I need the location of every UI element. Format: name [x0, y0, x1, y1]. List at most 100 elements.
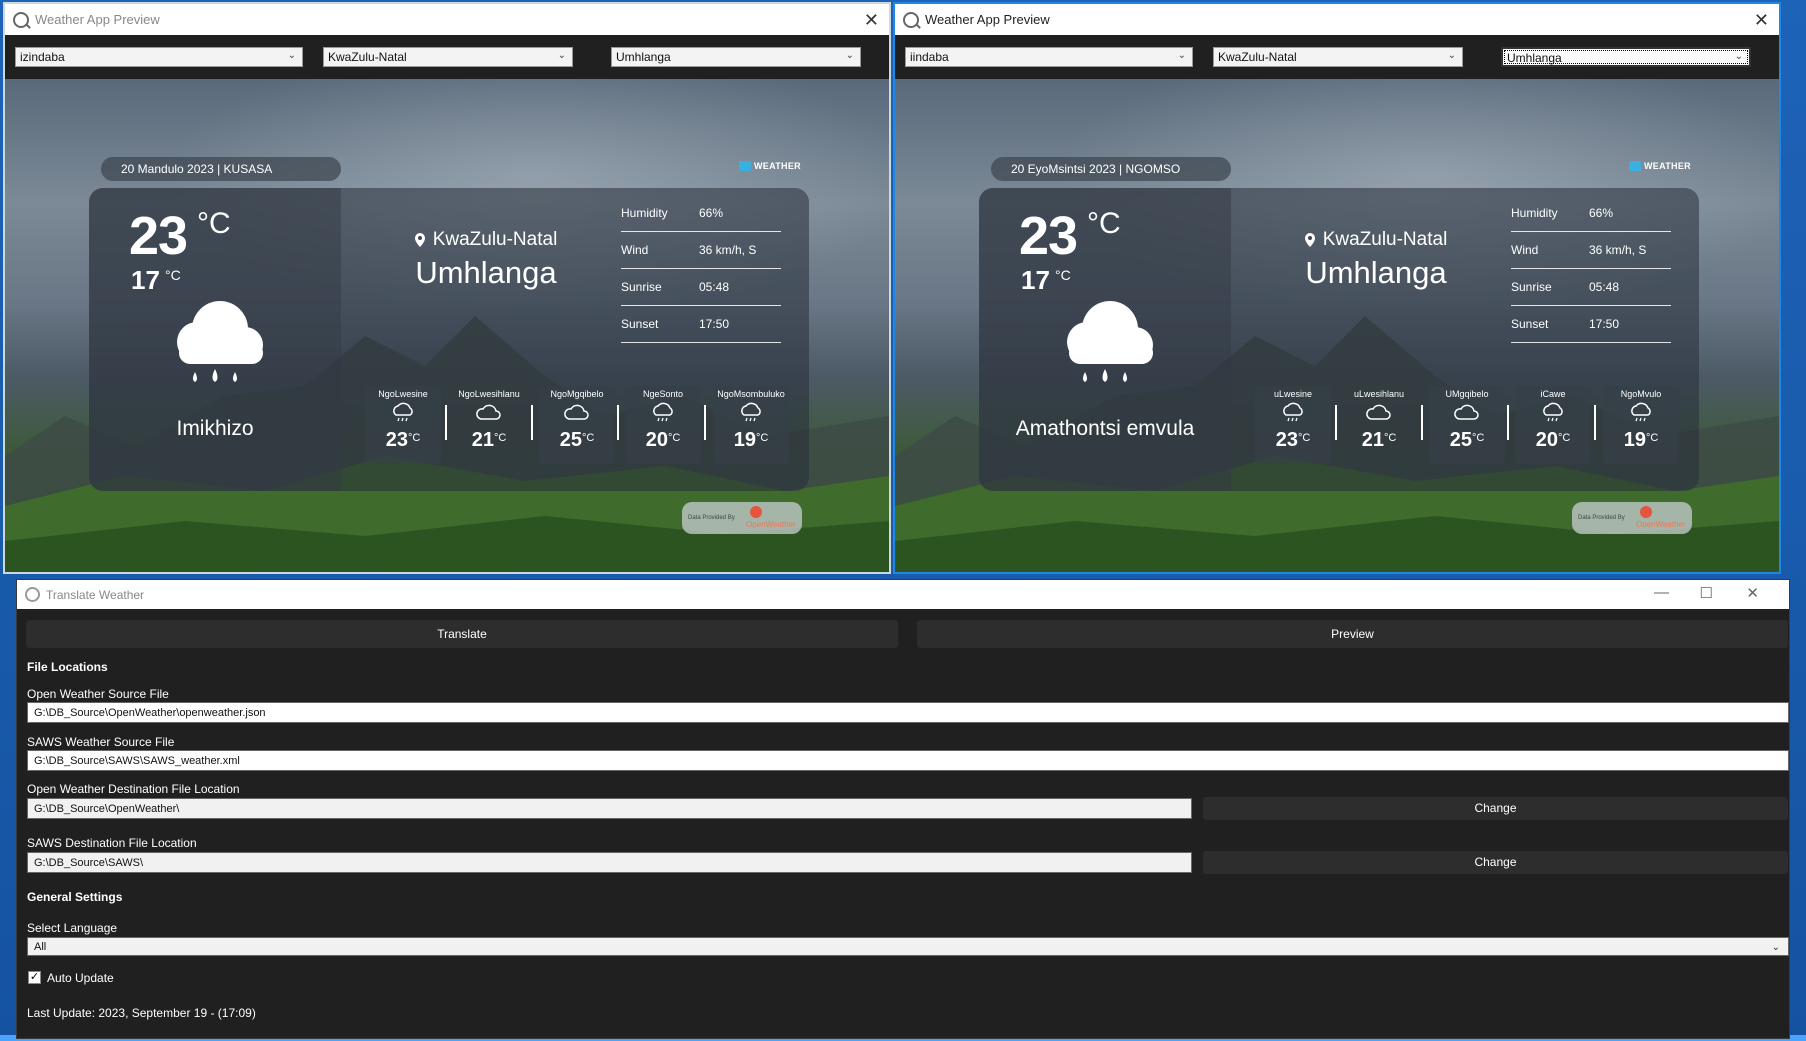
forecast-day-label: uLwesine [1273, 389, 1313, 399]
forecast-day-label: NgoMsombuluko [717, 389, 785, 399]
preview-window-right[interactable]: Weather App Preview ✕ iindaba ⌄ KwaZulu-N… [893, 2, 1781, 574]
forecast-temp-unit: °C [755, 432, 769, 444]
ow-dest-label: Open Weather Destination File Location [27, 782, 240, 796]
rain-cloud-icon [1067, 301, 1153, 382]
maximize-button[interactable]: ☐ [1700, 584, 1713, 602]
close-button[interactable]: ✕ [1754, 10, 1769, 31]
temperature-high-unit: °C [1087, 207, 1121, 240]
forecast-day-label: NgoMgqibelo [550, 389, 604, 399]
forecast-temp: 23 [385, 429, 408, 451]
auto-update-checkbox[interactable]: ✓ [28, 971, 41, 984]
saws-dest-field[interactable]: G:\DB_Source\SAWS\ [27, 852, 1192, 873]
temperature-high: 23 [1019, 206, 1078, 266]
forecast-divider [1335, 405, 1337, 440]
ow-dest-field[interactable]: G:\DB_Source\OpenWeather\ [27, 798, 1192, 819]
provider-label: OpenWeather [746, 520, 796, 529]
stat-value: 05:48 [1589, 280, 1620, 294]
chevron-down-icon: ⌄ [1734, 51, 1743, 62]
auto-update-label: Auto Update [47, 971, 114, 985]
chevron-down-icon: ⌄ [845, 50, 854, 61]
temperature-high-unit: °C [197, 207, 231, 240]
rain-cloud-icon [741, 402, 761, 422]
stat-key: Sunset [1511, 317, 1549, 331]
forecast-day: NgoMsombuluko 19°C [713, 386, 789, 464]
province-label: KwaZulu-Natal [1322, 229, 1448, 250]
stat-value: 36 km/h, S [699, 243, 757, 257]
stat-key: Wind [1511, 243, 1539, 257]
forecast-temp: 20 [1535, 429, 1558, 451]
language-select[interactable]: iindaba ⌄ [905, 47, 1193, 67]
stat-key: Sunset [621, 317, 659, 331]
temperature-low-unit: °C [1055, 267, 1071, 283]
chat-bubble-icon [1629, 161, 1641, 171]
forecast-temp: 25 [559, 429, 582, 451]
change-saws-dest-button[interactable]: Change [1203, 851, 1788, 874]
stat-key: Humidity [621, 206, 668, 220]
city-select-value: Umhlanga [1507, 51, 1562, 65]
openweather-badge: Data Provided By OpenWeather [682, 502, 802, 534]
selector-bar: izindaba ⌄ KwaZulu-Natal ⌄ Umhlanga ⌄ [5, 35, 889, 79]
city-label: Umhlanga [1305, 255, 1447, 290]
forecast-temp-unit: °C [407, 432, 421, 444]
weather-scene: 20 EyoMsintsi 2023 | NGOMSO WEATHER 23 °… [895, 79, 1779, 572]
chevron-down-icon: ⌄ [1447, 50, 1456, 61]
stat-value: 66% [1589, 206, 1614, 220]
province-select[interactable]: KwaZulu-Natal ⌄ [1213, 47, 1463, 67]
translate-window[interactable]: Translate Weather — ☐ ✕ Translate Previe… [16, 579, 1790, 1039]
change-ow-dest-button[interactable]: Change [1203, 797, 1788, 820]
forecast-divider [445, 405, 447, 440]
forecast-divider [704, 405, 706, 440]
forecast-temp-unit: °C [1297, 432, 1311, 444]
forecast-temp-unit: °C [1471, 432, 1485, 444]
province-select[interactable]: KwaZulu-Natal ⌄ [323, 47, 573, 67]
title-bar[interactable]: Weather App Preview ✕ [895, 4, 1779, 35]
language-dropdown[interactable]: All ⌄ [27, 937, 1789, 956]
stat-key: Sunrise [621, 280, 662, 294]
stats-table: Humidity 66% Wind 36 km/h, S Sunrise 05:48 … [621, 195, 781, 343]
forecast-day-label: uLwesihlanu [1353, 389, 1405, 399]
province-select-value: KwaZulu-Natal [328, 50, 407, 64]
forecast-day: uLwesine 23°C [1255, 386, 1331, 464]
location-block: KwaZulu-Natal Umhlanga [341, 229, 631, 291]
stat-row: Sunrise 05:48 [621, 269, 781, 306]
saws-source-field[interactable]: G:\DB_Source\SAWS\SAWS_weather.xml [27, 750, 1789, 771]
location-pin-icon [1304, 233, 1315, 247]
language-select-value: izindaba [20, 50, 65, 64]
forecast-temp-unit: °C [667, 432, 681, 444]
stat-value: 17:50 [699, 317, 730, 331]
preview-button[interactable]: Preview [917, 620, 1788, 648]
title-bar[interactable]: Translate Weather — ☐ ✕ [17, 580, 1789, 609]
province-label: KwaZulu-Natal [432, 229, 558, 250]
temperature-low-unit: °C [165, 267, 181, 283]
language-select[interactable]: izindaba ⌄ [15, 47, 303, 67]
city-select[interactable]: Umhlanga ⌄ [611, 47, 861, 67]
forecast-day: iCawe 20°C [1515, 386, 1591, 464]
forecast-temp-unit: °C [581, 432, 595, 444]
forecast-temp: 25 [1449, 429, 1472, 451]
translate-button[interactable]: Translate [26, 620, 898, 648]
title-bar[interactable]: Weather App Preview ✕ [5, 4, 889, 35]
selector-bar: iindaba ⌄ KwaZulu-Natal ⌄ Umhlanga ⌄ [895, 35, 1779, 79]
close-button[interactable]: ✕ [1746, 584, 1759, 602]
forecast-day-label: iCawe [1540, 389, 1566, 399]
brand-label: WEATHER [754, 161, 801, 171]
forecast-day-label: NgoLwesihlanu [458, 389, 520, 399]
forecast-divider [531, 405, 533, 440]
forecast-day: uLwesihlanu 21°C [1341, 386, 1417, 464]
ow-source-field[interactable]: G:\DB_Source\OpenWeather\openweather.jso… [27, 702, 1789, 723]
rain-cloud-icon [1631, 402, 1651, 422]
minimize-button[interactable]: — [1654, 584, 1669, 601]
date-pill: 20 Mandulo 2023 | KUSASA [101, 157, 341, 181]
forecast-day: NgoLwesihlanu 21°C [451, 386, 527, 464]
forecast-day-label: UMgqibelo [1445, 389, 1489, 399]
preview-window-left[interactable]: Weather App Preview ✕ izindaba ⌄ KwaZulu-… [3, 2, 891, 574]
close-button[interactable]: ✕ [864, 10, 879, 31]
city-select[interactable]: Umhlanga ⌄ [1501, 47, 1751, 67]
weather-logo: WEATHER [739, 161, 801, 171]
location-pin-icon [414, 233, 425, 247]
app-icon [13, 11, 29, 28]
stat-key: Sunrise [1511, 280, 1552, 294]
weather-logo: WEATHER [1629, 161, 1691, 171]
openweather-badge: Data Provided By OpenWeather [1572, 502, 1692, 534]
stat-row: Wind 36 km/h, S [621, 232, 781, 269]
